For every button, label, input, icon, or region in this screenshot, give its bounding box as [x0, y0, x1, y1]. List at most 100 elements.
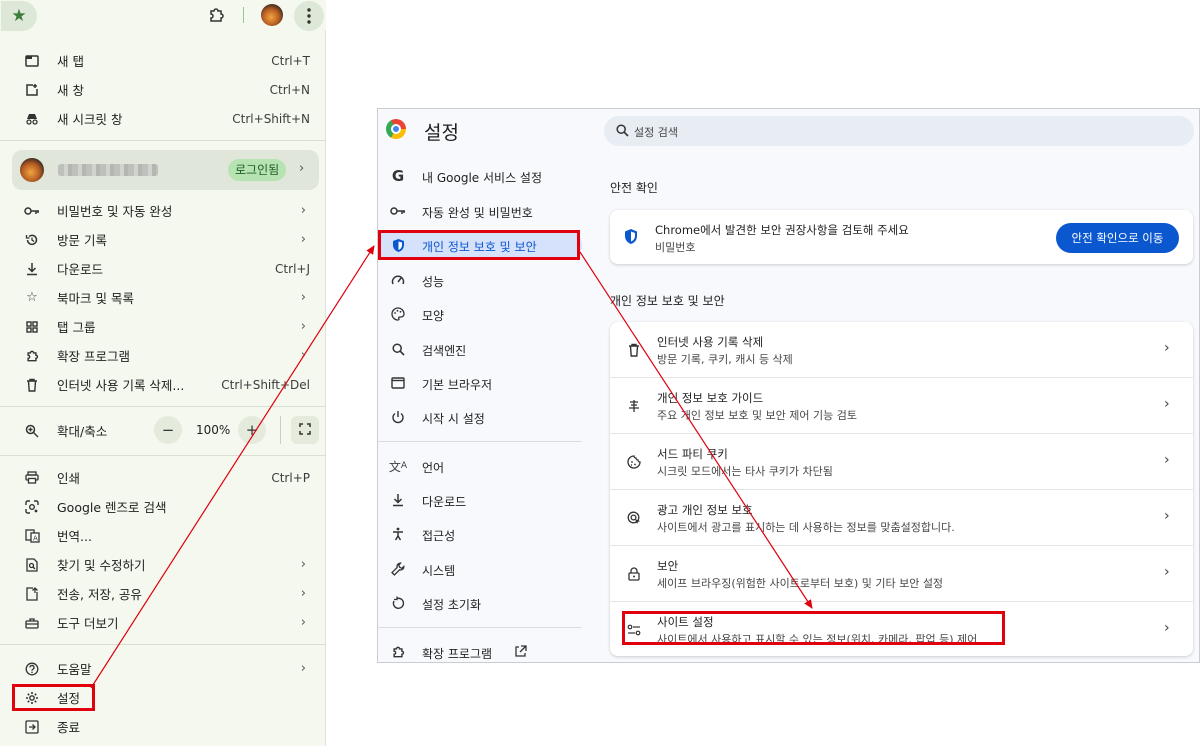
google-g-icon: G: [391, 167, 405, 185]
menu-clear-data[interactable]: 인터넷 사용 기록 삭제... Ctrl+Shift+Del: [0, 370, 326, 399]
menu-history[interactable]: 방문 기록 ›: [0, 225, 326, 254]
safety-card-subtitle: 비밀번호: [655, 241, 696, 254]
menu-exit[interactable]: 종료: [0, 712, 326, 741]
menu-label: 확대/축소: [57, 424, 108, 439]
nav-on-startup[interactable]: 시작 시 설정: [378, 402, 582, 432]
menu-divider: [0, 455, 326, 456]
menu-profile[interactable]: 로그인됨 ›: [12, 150, 319, 190]
menu-google-lens[interactable]: Google 렌즈로 검색: [0, 492, 326, 521]
browser-icon: [390, 375, 406, 391]
search-icon: [390, 341, 406, 357]
nav-appearance[interactable]: 모양: [378, 299, 582, 329]
nav-system[interactable]: 시스템: [378, 554, 582, 584]
accessibility-icon: [390, 526, 406, 542]
avatar: [20, 158, 44, 182]
menu-new-tab[interactable]: 새 탭 Ctrl+T: [0, 46, 326, 75]
zoom-out-button[interactable]: −: [154, 416, 182, 444]
go-to-safety-check-button[interactable]: 안전 확인으로 이동: [1056, 223, 1179, 253]
settings-search-input[interactable]: 설정 검색: [604, 116, 1194, 146]
wrench-icon: [390, 561, 406, 577]
menu-help[interactable]: 도움말 ›: [0, 654, 326, 683]
chevron-right-icon: ›: [300, 615, 306, 630]
nav-google-services[interactable]: G 내 Google 서비스 설정: [378, 161, 582, 191]
menu-label: 탭 그룹: [57, 320, 96, 335]
nav-label: 성능: [422, 275, 445, 289]
chevron-right-icon: ›: [1164, 564, 1170, 580]
settings-window: 설정 설정 검색 G 내 Google 서비스 설정 자동 완성 및 비밀번호 …: [377, 108, 1200, 663]
puzzle-icon: [24, 348, 40, 364]
guide-icon: [626, 398, 642, 414]
menu-find-edit[interactable]: 찾기 및 수정하기 ›: [0, 550, 326, 579]
menu-label: 새 창: [57, 83, 84, 98]
row-subtitle: 주요 개인 정보 보호 및 보안 제어 기능 검토: [657, 409, 858, 422]
menu-passwords[interactable]: 비밀번호 및 자동 완성 ›: [0, 196, 326, 225]
privacy-card: 인터넷 사용 기록 삭제 방문 기록, 쿠키, 캐시 등 삭제 › 개인 정보 …: [610, 322, 1193, 656]
chrome-logo-icon: [386, 119, 406, 139]
nav-label: 시스템: [422, 564, 456, 578]
row-security[interactable]: 보안 세이프 브라우징(위험한 사이트로부터 보호) 및 기타 보안 설정 ›: [610, 546, 1193, 602]
key-icon: [390, 203, 406, 219]
menu-translate[interactable]: A 번역...: [0, 521, 326, 550]
chevron-right-icon: ›: [1164, 452, 1170, 468]
shortcut: Ctrl+N: [269, 82, 310, 97]
menu-bookmarks[interactable]: ☆ 북마크 및 목록 ›: [0, 283, 326, 312]
chevron-right-icon: ›: [1164, 620, 1170, 636]
row-title: 보안: [657, 559, 679, 573]
menu-label: 전송, 저장, 공유: [57, 587, 142, 602]
menu-tab-groups[interactable]: 탭 그룹 ›: [0, 312, 326, 341]
profile-name-blurred: [58, 164, 158, 176]
page-title: 설정: [424, 122, 459, 144]
row-title: 서드 파티 쿠키: [657, 447, 728, 461]
nav-extensions[interactable]: 확장 프로그램: [378, 637, 582, 662]
zoom-in-button[interactable]: +: [238, 416, 266, 444]
search-placeholder: 설정 검색: [634, 126, 678, 139]
nav-search-engine[interactable]: 검색엔진: [378, 334, 582, 364]
nav-label: 설정 초기화: [422, 598, 482, 612]
safety-card-title: Chrome에서 발견한 보안 권장사항을 검토해 주세요: [655, 223, 909, 237]
extensions-puzzle-icon[interactable]: [204, 3, 228, 27]
fullscreen-button[interactable]: [291, 416, 319, 444]
nav-languages[interactable]: 文A 언어: [378, 451, 582, 481]
nav-performance[interactable]: 성능: [378, 265, 582, 295]
row-subtitle: 사이트에서 광고를 표시하는 데 사용하는 정보를 맞춤설정합니다.: [657, 521, 955, 534]
menu-label: 방문 기록: [57, 233, 107, 248]
menu-label: 도구 더보기: [57, 616, 119, 631]
row-third-party-cookies[interactable]: 서드 파티 쿠키 시크릿 모드에서는 타사 쿠키가 차단됨 ›: [610, 434, 1193, 490]
nav-label: 시작 시 설정: [422, 412, 485, 426]
menu-label: 북마크 및 목록: [57, 291, 134, 306]
kebab-icon: [297, 4, 321, 28]
nav-label: 언어: [422, 461, 445, 475]
nav-default-browser[interactable]: 기본 브라우저: [378, 368, 582, 398]
new-window-icon: [24, 82, 40, 98]
nav-label: 내 Google 서비스 설정: [422, 171, 543, 185]
lock-icon: [626, 566, 642, 582]
lens-icon: [24, 499, 40, 515]
nav-divider: [378, 441, 582, 442]
shield-check-icon: [624, 228, 640, 246]
shortcut: Ctrl+T: [271, 53, 310, 68]
menu-incognito[interactable]: 새 시크릿 창 Ctrl+Shift+N: [0, 104, 326, 133]
menu-new-window[interactable]: 새 창 Ctrl+N: [0, 75, 326, 104]
row-privacy-guide[interactable]: 개인 정보 보호 가이드 주요 개인 정보 보호 및 보안 제어 기능 검토 ›: [610, 378, 1193, 434]
toolbox-icon: [24, 615, 40, 631]
menu-label: 인쇄: [57, 471, 81, 486]
menu-cast-save-share[interactable]: 전송, 저장, 공유 ›: [0, 579, 326, 608]
menu-print[interactable]: 인쇄 Ctrl+P: [0, 463, 326, 492]
fullscreen-icon: [299, 422, 311, 438]
row-clear-browsing-data[interactable]: 인터넷 사용 기록 삭제 방문 기록, 쿠키, 캐시 등 삭제 ›: [610, 322, 1193, 378]
row-ad-privacy[interactable]: 광고 개인 정보 보호 사이트에서 광고를 표시하는 데 사용하는 정보를 맞춤…: [610, 490, 1193, 546]
bookmark-star-button[interactable]: ★: [1, 1, 37, 31]
nav-reset[interactable]: 설정 초기화: [378, 588, 582, 618]
menu-downloads[interactable]: 다운로드 Ctrl+J: [0, 254, 326, 283]
nav-accessibility[interactable]: 접근성: [378, 519, 582, 549]
menu-button[interactable]: [294, 1, 324, 31]
profile-avatar[interactable]: [261, 4, 283, 26]
menu-extensions[interactable]: 확장 프로그램 ›: [0, 341, 326, 370]
menu-more-tools[interactable]: 도구 더보기 ›: [0, 608, 326, 637]
nav-autofill[interactable]: 자동 완성 및 비밀번호: [378, 196, 582, 226]
nav-downloads[interactable]: 다운로드: [378, 485, 582, 515]
zoom-icon: [24, 423, 40, 439]
menu-label: 종료: [57, 720, 81, 735]
shortcut: Ctrl+Shift+Del: [221, 377, 310, 392]
chevron-right-icon: ›: [300, 661, 306, 676]
